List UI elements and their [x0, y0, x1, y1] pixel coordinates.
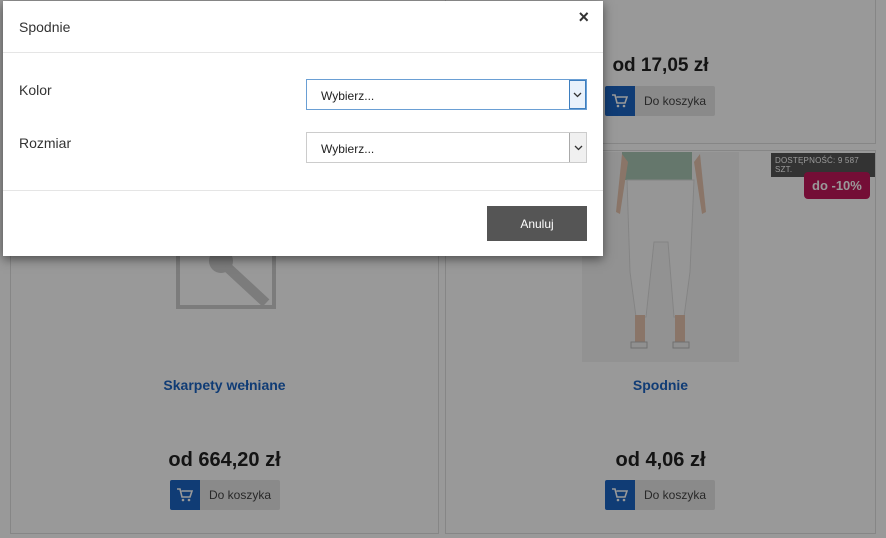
color-label: Kolor	[19, 82, 52, 98]
color-select[interactable]: Wybierz...	[306, 79, 587, 110]
size-label: Rozmiar	[19, 135, 72, 151]
close-icon[interactable]: ×	[578, 7, 589, 28]
chevron-down-icon	[569, 133, 586, 162]
color-select-value: Wybierz...	[321, 89, 375, 103]
modal-header: Spodnie ×	[3, 1, 603, 53]
size-select-value: Wybierz...	[321, 142, 375, 156]
modal-title: Spodnie	[19, 19, 71, 35]
cancel-button[interactable]: Anuluj	[487, 206, 587, 241]
chevron-down-icon	[569, 80, 586, 109]
variant-modal: Spodnie × Kolor Wybierz... Rozmiar Wybie…	[3, 1, 603, 256]
size-select[interactable]: Wybierz...	[306, 132, 587, 163]
